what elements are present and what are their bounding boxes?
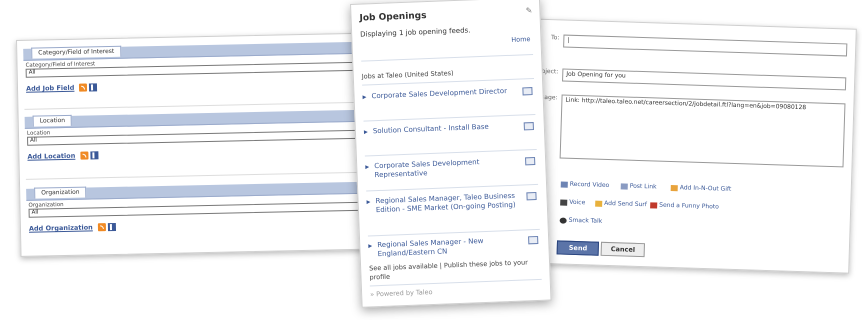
to-row: To: | xyxy=(516,33,856,57)
post-link-link[interactable]: Post Link xyxy=(620,182,657,191)
job-feed-filter-panel: Category/Field of Interest Category/Fiel… xyxy=(16,32,383,257)
facebook-icon[interactable] xyxy=(89,83,98,92)
record-video-link[interactable]: Record Video xyxy=(560,180,610,190)
job-item[interactable]: ▶ Regional Sales Manager, Taleo Business… xyxy=(366,191,539,234)
link-icon xyxy=(620,182,628,190)
cancel-button[interactable]: Cancel xyxy=(600,241,646,258)
envelope-icon[interactable] xyxy=(522,87,533,96)
surf-icon xyxy=(595,200,603,207)
job-item[interactable]: ▶ Corporate Sales Development Representa… xyxy=(365,156,538,189)
gift-icon xyxy=(670,184,678,191)
record-video-label: Record Video xyxy=(569,180,610,190)
to-input[interactable]: | xyxy=(563,34,848,57)
envelope-icon[interactable] xyxy=(528,235,539,245)
subject-input[interactable]: Job Opening for you xyxy=(562,68,847,91)
location-tab: Location xyxy=(32,114,73,127)
category-section: Category/Field of Interest Category/Fiel… xyxy=(23,41,370,93)
smack-talk-link[interactable]: Smack Talk xyxy=(559,216,603,225)
job-item[interactable]: ▶ Regional Sales Manager - New England/E… xyxy=(368,235,541,262)
smack-talk-label: Smack Talk xyxy=(568,216,603,225)
funny-photo-label: Send a Funny Photo xyxy=(659,201,719,211)
location-add-row: Add Location xyxy=(27,146,371,161)
home-link[interactable]: Home xyxy=(511,35,530,44)
divider xyxy=(361,54,534,62)
send-message-panel: To: | Subject: Job Opening for you Messa… xyxy=(507,18,857,274)
rss-icon[interactable] xyxy=(79,83,88,92)
powered-by-text: » Powered by Taleo xyxy=(370,288,433,298)
funny-photo-link[interactable]: Send a Funny Photo xyxy=(650,201,719,210)
footer-links[interactable]: See all jobs available | Publish these j… xyxy=(369,258,540,282)
organization-section: Organization Organization All Add Organi… xyxy=(26,181,373,233)
job-item[interactable]: ▶ Solution Consultant - Install Base xyxy=(364,121,537,154)
facebook-icon[interactable] xyxy=(107,222,116,232)
category-tab: Category/Field of Interest xyxy=(31,45,122,59)
job-title-link[interactable]: Solution Consultant - Install Base xyxy=(373,122,518,136)
voice-link[interactable]: Voice xyxy=(560,198,586,207)
smack-talk-icon xyxy=(559,217,567,224)
add-gift-link[interactable]: Add In-N-Out Gift xyxy=(670,184,732,193)
job-title-link[interactable]: Corporate Sales Development Director xyxy=(371,87,516,101)
subject-row: Subject: Job Opening for you xyxy=(514,67,854,91)
message-row: Message: Link: http://taleo.taleo.net/ca… xyxy=(514,93,854,168)
panel-title: Job Openings xyxy=(359,11,427,24)
rss-icon[interactable] xyxy=(80,151,89,160)
envelope-icon[interactable] xyxy=(525,157,536,166)
job-item[interactable]: ▶ Corporate Sales Development Director xyxy=(362,86,535,119)
facebook-icon[interactable] xyxy=(90,151,99,160)
source-heading: Jobs at Taleo (United States) xyxy=(361,69,454,81)
send-button[interactable]: Send xyxy=(556,240,600,256)
send-surf-link[interactable]: Add Send Surf xyxy=(595,199,648,209)
feed-count-text: Displaying 1 job opening feeds. xyxy=(360,26,471,39)
add-location-link[interactable]: Add Location xyxy=(27,152,75,161)
add-job-field-link[interactable]: Add Job Field xyxy=(26,84,75,93)
job-openings-panel: Job Openings ✎ Displaying 1 job opening … xyxy=(350,0,552,308)
location-section: Location Location All Add Location xyxy=(24,109,372,161)
section-divider xyxy=(25,171,372,180)
triangle-bullet-icon: ▶ xyxy=(363,129,368,136)
voice-label: Voice xyxy=(569,198,586,207)
job-title-link[interactable]: Regional Sales Manager, Taleo Business E… xyxy=(375,192,521,215)
triangle-bullet-icon: ▶ xyxy=(365,164,370,171)
video-icon xyxy=(560,181,568,188)
powered-by-label: Powered by Taleo xyxy=(376,288,433,299)
add-organization-link[interactable]: Add Organization xyxy=(29,223,93,232)
triangle-bullet-icon: ▶ xyxy=(368,243,373,250)
rss-icon[interactable] xyxy=(97,223,106,232)
job-title-link[interactable]: Corporate Sales Development Representati… xyxy=(374,157,520,180)
post-link-label: Post Link xyxy=(629,182,657,191)
photo-icon xyxy=(650,201,658,209)
message-textarea[interactable]: Link: http://taleo.taleo.net/careersecti… xyxy=(559,94,846,168)
category-add-row: Add Job Field xyxy=(26,78,370,93)
pencil-icon[interactable]: ✎ xyxy=(526,6,533,15)
organization-tab: Organization xyxy=(34,186,87,199)
organization-add-row: Add Organization xyxy=(29,218,373,233)
triangle-bullet-icon: ▶ xyxy=(366,199,371,206)
voice-icon xyxy=(560,199,568,206)
envelope-icon[interactable] xyxy=(526,191,537,201)
envelope-icon[interactable] xyxy=(523,122,534,131)
job-title-link[interactable]: Regional Sales Manager - New England/Eas… xyxy=(377,236,523,259)
section-divider xyxy=(24,101,371,110)
add-gift-label: Add In-N-Out Gift xyxy=(679,184,732,193)
triangle-bullet-icon: ▶ xyxy=(362,94,367,101)
send-surf-label: Add Send Surf xyxy=(604,199,648,209)
